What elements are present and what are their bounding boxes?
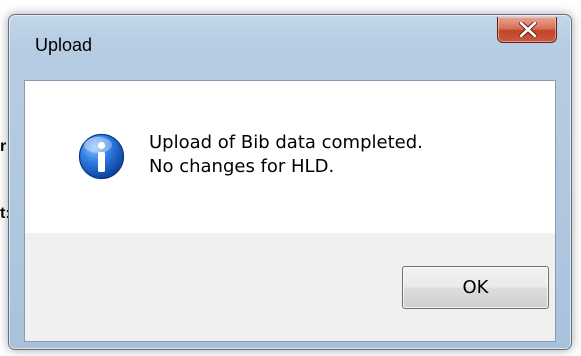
ok-button[interactable]: OK <box>402 266 549 309</box>
close-button[interactable] <box>497 17 557 43</box>
message-line: Upload of Bib data completed. <box>149 132 423 153</box>
message-text: Upload of Bib data completed. No changes… <box>149 131 423 179</box>
background-text-fragment: r <box>0 138 7 155</box>
information-icon <box>78 133 125 180</box>
dialog-content: Upload of Bib data completed. No changes… <box>24 80 556 342</box>
message-area: Upload of Bib data completed. No changes… <box>25 81 555 233</box>
upload-dialog: Upload Upload of Bib data completed. No … <box>8 14 572 350</box>
message-line: No changes for HLD. <box>149 156 335 177</box>
dialog-title: Upload <box>35 35 93 55</box>
close-icon <box>519 22 537 37</box>
